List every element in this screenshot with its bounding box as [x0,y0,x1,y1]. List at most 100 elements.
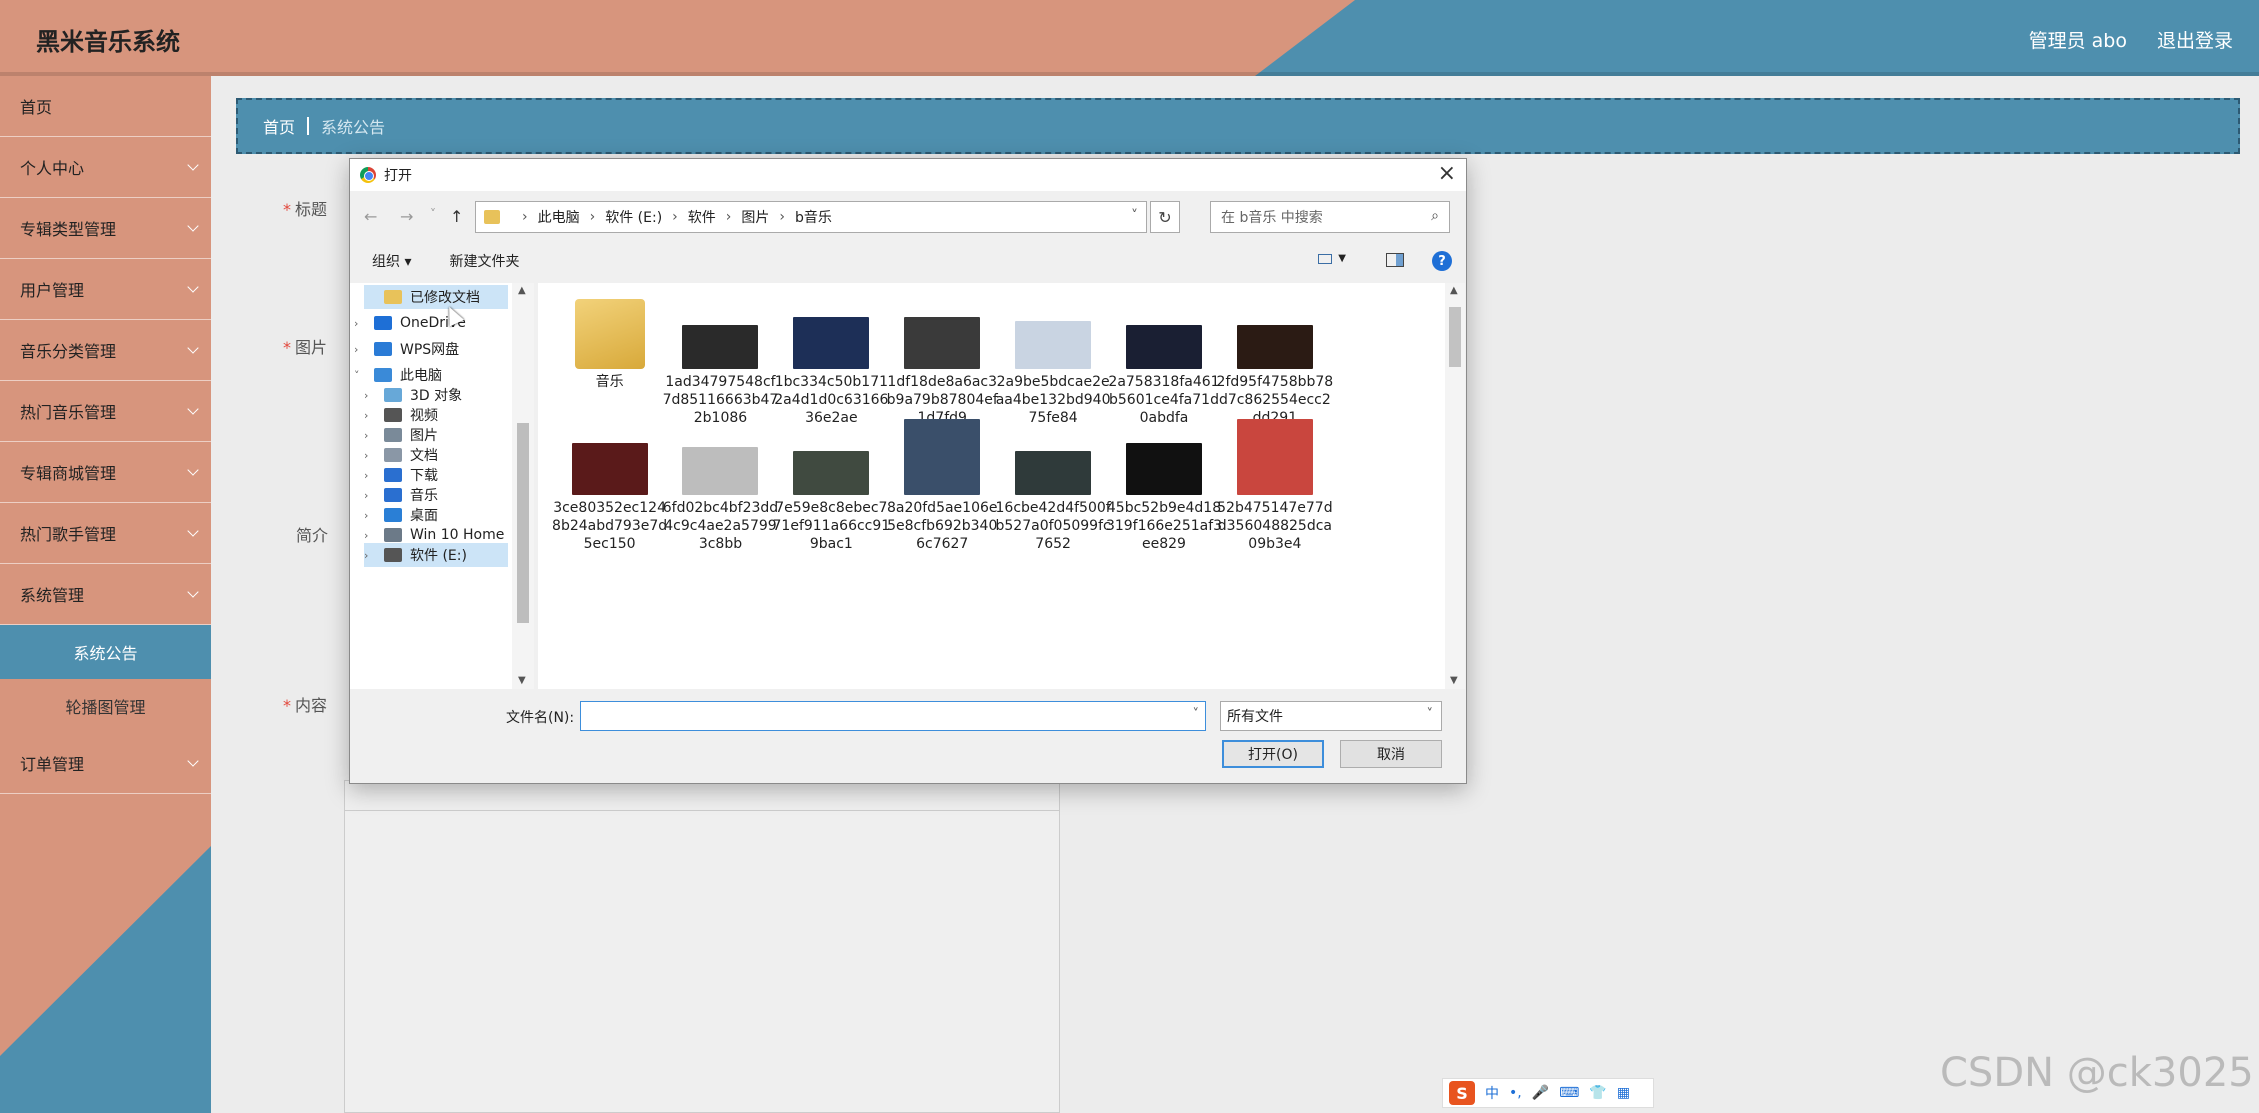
address-bar[interactable]: › 此电脑 › 软件 (E:) › 软件 › 图片 › b音乐 ˅ [475,201,1147,233]
expand-chevron-icon[interactable]: › [364,469,374,482]
sidebar-item[interactable]: 音乐分类管理 [0,320,211,381]
ime-lang[interactable]: 中 [1485,1083,1499,1103]
expand-chevron-icon[interactable]: › [364,389,374,402]
location-icon [384,448,402,462]
file-item[interactable]: 52b475147e77dd356048825dca09b3e4 [1216,419,1334,553]
file-item[interactable]: 2fd95f4758bb78d7c862554ecc2dd291 [1216,293,1334,427]
sidebar-item[interactable]: 热门歌手管理 [0,503,211,564]
sidebar-subitem[interactable]: 轮播图管理 [0,679,211,733]
refresh-icon[interactable]: ↻ [1150,201,1180,233]
chevron-down-icon [187,342,199,354]
tree-item[interactable]: › 软件 (E:) [364,543,508,567]
tree-item[interactable]: › OneDrive [354,311,508,335]
expand-chevron-icon[interactable]: › [364,529,374,542]
file-scrollbar[interactable]: ▲ ▼ [1445,283,1465,689]
path-segment[interactable]: 软件 (E:) [605,207,662,227]
content-editor[interactable] [344,780,1060,1113]
expand-chevron-icon[interactable]: › [364,549,374,562]
location-icon [384,528,402,542]
tree-item[interactable]: 已修改文档 [364,285,508,309]
sidebar-item[interactable]: 订单管理 [0,733,211,794]
sidebar-item[interactable]: 个人中心 [0,137,211,198]
organize-button[interactable]: 组织 ▾ [372,251,411,271]
admin-label: 管理员 abo [2028,30,2127,52]
file-item[interactable]: 6fd02bc4bf23dd4c9c4ae2a57993c8bb [661,419,779,553]
image-thumbnail [904,317,981,369]
file-item[interactable]: 16cbe42d4f500fb527a0f05099fc7652 [994,419,1112,553]
expand-chevron-icon[interactable]: › [364,409,374,422]
view-options[interactable]: ▼ [1318,253,1346,264]
path-segment[interactable]: 此电脑 [538,207,580,227]
file-item[interactable]: 45bc52b9e4d18319f166e251af3ee829 [1105,419,1223,553]
path-segment[interactable]: b音乐 [795,207,832,227]
scroll-up-icon[interactable]: ▲ [518,285,526,296]
up-arrow-icon[interactable]: ↑ [450,207,463,226]
filetype-select[interactable]: 所有文件 ˅ [1220,701,1442,731]
sidebar-subitem[interactable]: 系统公告 [0,625,211,679]
scroll-up-icon[interactable]: ▲ [1450,285,1458,296]
tree-item[interactable]: › WPS网盘 [354,337,508,361]
expand-chevron-icon[interactable]: › [364,489,374,502]
filename-input[interactable]: ˅ [580,701,1206,731]
expand-chevron-icon[interactable]: ˅ [354,369,364,382]
file-item[interactable]: 8a20fd5ae106e5e8cfb692b3406c7627 [883,419,1001,553]
expand-chevron-icon[interactable]: › [354,317,364,330]
close-icon[interactable]: × [1438,163,1456,185]
sidebar-item[interactable]: 系统管理 [0,564,211,625]
scroll-down-icon[interactable]: ▼ [518,675,526,686]
chevron-down-icon [187,159,199,171]
ime-punct-icon[interactable]: •, [1509,1085,1522,1101]
breadcrumb-separator [307,117,310,135]
tree-item-label: 已修改文档 [410,290,480,306]
expand-chevron-icon[interactable]: › [364,509,374,522]
sidebar-item[interactable]: 首页 [0,76,211,137]
logout-link[interactable]: 退出登录 [2157,26,2233,53]
sogou-logo-icon[interactable]: S [1449,1081,1475,1105]
location-icon [384,508,402,522]
file-item[interactable]: 1bc334c50b1712a4d1d0c6316636e2ae [772,293,890,427]
microphone-icon[interactable]: 🎤 [1532,1085,1549,1101]
recent-chevron-icon[interactable]: ˅ [430,207,436,221]
scrollbar-thumb[interactable] [517,423,529,623]
expand-chevron-icon[interactable]: › [364,449,374,462]
open-button[interactable]: 打开(O) [1222,740,1324,768]
tree-scrollbar[interactable]: ▲ ▼ [512,283,534,689]
forward-arrow-icon[interactable]: → [400,207,413,226]
expand-chevron-icon[interactable]: › [354,343,364,356]
help-icon[interactable]: ? [1432,251,1452,271]
path-separator-icon: › [779,209,785,225]
address-row: ← → ˅ ↑ › 此电脑 › 软件 (E:) › 软件 › 图片 › b音乐 … [350,197,1466,237]
file-item[interactable]: 2a9be5bdcae2eaa4be132bd94075fe84 [994,293,1112,427]
path-segment[interactable]: 图片 [741,207,769,227]
sidebar-item[interactable]: 用户管理 [0,259,211,320]
preview-pane-icon[interactable] [1386,253,1404,267]
keyboard-icon[interactable]: ⌨ [1559,1085,1579,1101]
expand-chevron-icon[interactable]: › [364,429,374,442]
file-item[interactable]: 音乐 [551,293,669,391]
sidebar-item[interactable]: 专辑类型管理 [0,198,211,259]
search-input[interactable]: 在 b音乐 中搜索 ⌕ [1210,201,1450,233]
skin-icon[interactable]: 👕 [1589,1085,1606,1101]
tree-item-label: Win 10 Home [410,527,505,543]
back-arrow-icon[interactable]: ← [364,207,377,226]
chevron-down-icon: ˅ [1426,707,1434,722]
image-thumbnail [1236,325,1313,369]
file-item[interactable]: 1ad34797548cf7d85116663b472b1086 [661,293,779,427]
file-item[interactable]: 2a758318fa461b5601ce4fa71d0abdfa [1105,293,1223,427]
toolbox-icon[interactable]: ▦ [1617,1085,1630,1101]
scroll-down-icon[interactable]: ▼ [1450,675,1458,686]
chevron-down-icon[interactable]: ˅ [1131,208,1138,224]
sidebar: 首页 个人中心 专辑类型管理 用户管理 音乐分类管理 热门音乐管理 专辑商城管理 热门歌手管理… [0,76,211,1113]
sidebar-item[interactable]: 热门音乐管理 [0,381,211,442]
sidebar-item[interactable]: 专辑商城管理 [0,442,211,503]
scrollbar-thumb[interactable] [1449,307,1461,367]
cancel-button[interactable]: 取消 [1340,740,1442,768]
breadcrumb-home[interactable]: 首页 [263,114,295,138]
file-item[interactable]: 3ce80352ec1248b24abd793e7d5ec150 [551,419,669,553]
file-item[interactable]: 7e59e8c8ebec771ef911a66cc919bac1 [772,419,890,553]
file-item[interactable]: 1df18de8a6ac3b9a79b87804ef1d7fd9 [883,293,1001,427]
chevron-down-icon[interactable]: ˅ [1193,707,1200,722]
path-segment[interactable]: 软件 [688,207,716,227]
path-separator-icon: › [589,209,596,225]
new-folder-button[interactable]: 新建文件夹 [449,251,519,271]
